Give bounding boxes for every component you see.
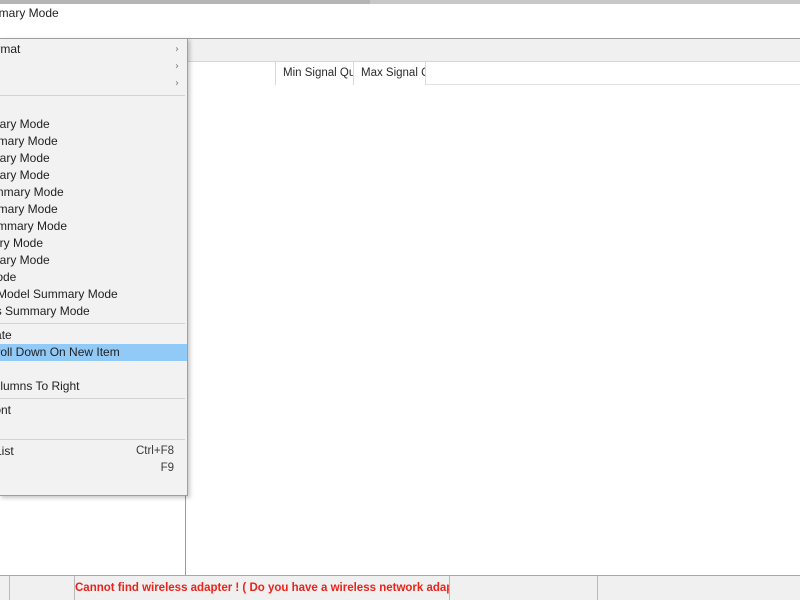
menu-item[interactable]: l Summary Mode <box>0 184 187 201</box>
menu-item-label: Summary Mode <box>0 202 58 216</box>
menu-item-label: mmary Mode <box>0 236 44 250</box>
menu-item-shortcut: Ctrl+F8 <box>135 445 174 457</box>
menu-item[interactable]: mmary Mode <box>0 235 187 252</box>
column-header-min-signal-quality[interactable]: Min Signal Qu... <box>276 62 354 85</box>
menu-item-label: l Summary Mode <box>0 185 64 199</box>
menu-item-label: er Font <box>0 403 12 417</box>
wifi-listview[interactable]: Min Signal Qu... Max Signal Qu... <box>185 38 800 575</box>
chevron-right-icon: › <box>175 61 179 72</box>
menu-separator <box>0 439 185 440</box>
window-titlebar-text-clipped <box>0 0 370 4</box>
menu-item-label: Summary Mode <box>0 6 59 20</box>
window-titlebar-clipped <box>0 0 800 4</box>
menu-item-label: y Summary Mode <box>0 219 68 233</box>
menu-item[interactable]: y Scroll Down On New Item <box>0 344 187 361</box>
menu-item[interactable]: g› <box>0 75 187 92</box>
menu-item[interactable]: ummary Mode <box>0 252 187 269</box>
menu-item-label: ummary Mode <box>0 117 50 131</box>
menu-item[interactable]: ummary Mode <box>0 167 187 184</box>
menu-separator <box>0 398 185 399</box>
status-message-no-adapter: Cannot find wireless adapter ! ( Do you … <box>75 576 450 600</box>
menu-item-label: Summary Mode <box>0 134 58 148</box>
menu-item[interactable]: ummary Mode <box>0 150 187 167</box>
menu-item-shortcut: F9 <box>160 462 174 474</box>
menu-item[interactable]: Summary Mode <box>0 201 187 218</box>
menu-item[interactable]: ry Mode <box>0 269 187 286</box>
menu-item[interactable]: y Summary Mode <box>0 218 187 235</box>
menu-item-label: s Format <box>0 42 21 56</box>
menu-item[interactable]: s Format › <box>0 41 187 58</box>
column-header-0[interactable] <box>186 62 276 85</box>
menu-item-label: nnels Summary Mode <box>0 304 90 318</box>
menu-item[interactable]: lode <box>0 99 187 116</box>
listview-column-header[interactable]: Min Signal Qu... Max Signal Qu... <box>186 62 800 85</box>
menu-item[interactable]: Summary Mode <box>0 133 187 150</box>
menu-item[interactable]: Tray <box>0 361 187 378</box>
menu-item-label: ummary Mode <box>0 253 50 267</box>
view-menu-popup[interactable]: s Format››g›lodeummary ModeSummary Modeu… <box>0 38 188 496</box>
menu-separator <box>0 95 185 96</box>
menu-item[interactable]: tionsF9 <box>0 460 187 477</box>
menu-item-label: ic Columns To Right <box>0 379 80 393</box>
column-header-max-signal-quality[interactable]: Max Signal Qu... <box>354 62 426 85</box>
menu-item-label: y Scroll Down On New Item <box>0 345 120 359</box>
menu-item-label: ry Mode <box>0 270 17 284</box>
menu-item[interactable]: › <box>0 58 187 75</box>
menu-item-label: ummary Mode <box>0 168 50 182</box>
listview-rows-area[interactable] <box>186 85 800 575</box>
application-window: Summary Mode Min Signal Qu... Max Signal… <box>0 0 800 600</box>
menu-item[interactable]: ont <box>0 419 187 436</box>
menu-item-label: ummary Mode <box>0 151 50 165</box>
menu-item[interactable]: Update <box>0 327 187 344</box>
status-panel-1 <box>10 576 75 600</box>
menu-item-label: Update <box>0 328 12 342</box>
menu-item-label: ses List <box>0 444 14 458</box>
menu-item[interactable]: er Font <box>0 402 187 419</box>
menu-item-label: uter Model Summary Mode <box>0 287 118 301</box>
menu-item[interactable]: ses List Ctrl+F8 <box>0 443 187 460</box>
status-panel-0 <box>0 576 10 600</box>
status-bar: Cannot find wireless adapter ! ( Do you … <box>0 575 800 600</box>
status-panel-4 <box>598 576 800 600</box>
chevron-right-icon: › <box>175 44 179 55</box>
menu-item[interactable]: ic Columns To Right <box>0 378 187 395</box>
menu-item-summary-mode-clipped[interactable]: Summary Mode <box>0 5 85 22</box>
listview-toolbar <box>186 39 800 62</box>
status-panel-3 <box>450 576 598 600</box>
menu-item[interactable]: nnels Summary Mode <box>0 303 187 320</box>
chevron-right-icon: › <box>175 78 179 89</box>
menu-item[interactable]: ummary Mode <box>0 116 187 133</box>
menu-item[interactable]: uter Model Summary Mode <box>0 286 187 303</box>
menu-separator <box>0 323 185 324</box>
